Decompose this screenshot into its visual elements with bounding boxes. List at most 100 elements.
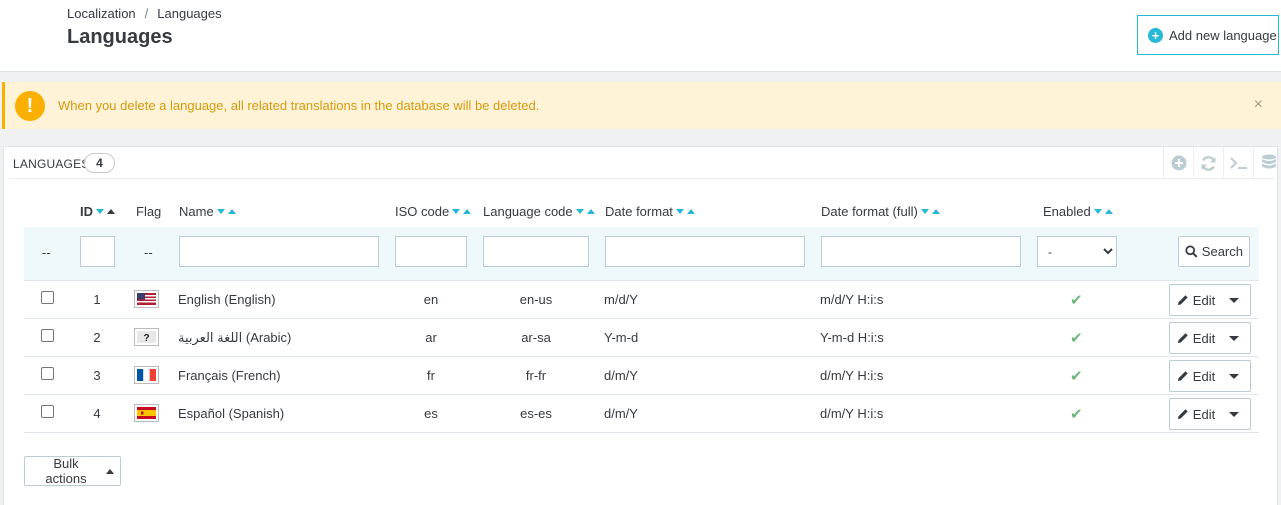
cell-id: 2 [93,330,101,345]
edit-button[interactable]: Edit [1170,323,1218,353]
filter-id-input[interactable] [80,236,115,267]
pencil-icon [1177,295,1188,305]
sort-desc-icon[interactable] [575,209,584,214]
sort-desc-icon[interactable] [452,209,461,214]
bulk-actions-label: Bulk actions [45,456,87,486]
flag-us-icon [134,290,159,308]
row-actions-dropdown-toggle[interactable] [1218,361,1250,391]
column-header-id-label: ID [80,204,93,219]
row-checkbox[interactable] [41,367,54,380]
column-header-language-code: Language code [483,204,595,219]
column-header-id: ID [80,204,115,219]
filter-language-code-input[interactable] [483,236,589,267]
sort-asc-icon[interactable] [686,209,695,214]
breadcrumb-item-languages: Languages [157,6,222,21]
chevron-up-icon [106,468,114,474]
pencil-icon [1177,371,1188,381]
edit-label: Edit [1192,368,1216,384]
enabled-check-icon[interactable]: ✔ [1070,329,1083,347]
row-actions-dropdown-toggle[interactable] [1218,323,1250,353]
add-icon[interactable] [1163,147,1193,179]
cell-language-code: fr-fr [525,368,547,383]
edit-button[interactable]: Edit [1170,361,1218,391]
edit-label: Edit [1192,292,1216,308]
sort-asc-icon[interactable] [931,209,940,214]
page-header: Localization / Languages Languages + Add n… [0,0,1281,72]
search-button[interactable]: Search [1178,236,1250,267]
filter-iso-code-input[interactable] [395,236,467,267]
chevron-down-icon [1229,373,1239,379]
enabled-check-icon[interactable]: ✔ [1070,291,1083,309]
filter-date-format-input[interactable] [605,236,805,267]
search-icon [1185,245,1198,258]
row-actions: Edit [1169,360,1251,392]
edit-label: Edit [1192,330,1216,346]
chevron-down-icon [1229,411,1239,417]
warning-alert: ! When you delete a language, all relate… [2,82,1281,129]
cell-date-format-full: m/d/Y H:i:s [820,292,884,307]
column-header-date-format-label: Date format [605,204,673,219]
column-header-name: Name [179,204,236,219]
row-actions-dropdown-toggle[interactable] [1218,285,1250,315]
cell-name: Español (Spanish) [178,406,285,421]
chevron-down-icon [1229,335,1239,341]
table-row: 4 Español (Spanish) es es-es d/m/Y d/m/Y… [24,395,1259,433]
cell-name: English (English) [178,292,276,307]
cell-name: Français (French) [178,368,281,383]
sort-asc-icon[interactable] [1104,209,1113,214]
edit-button[interactable]: Edit [1170,285,1218,315]
row-checkbox[interactable] [41,405,54,418]
add-new-language-button[interactable]: + Add new language [1137,15,1279,55]
close-icon[interactable]: × [1254,96,1263,114]
sort-desc-icon[interactable] [96,209,104,214]
languages-panel: LANGUAGES 4 ID Flag Name ISO code Langua… [3,146,1278,505]
cell-date-format-full: d/m/Y H:i:s [820,368,884,383]
flag-fr-icon [134,366,159,384]
sort-desc-icon[interactable] [1093,209,1102,214]
pencil-icon [1177,409,1188,419]
cell-language-code: ar-sa [521,330,551,345]
refresh-icon[interactable] [1193,147,1223,179]
sort-asc-icon[interactable] [107,209,115,214]
sort-asc-icon[interactable] [463,209,472,214]
cell-date-format-full: d/m/Y H:i:s [820,406,884,421]
enabled-check-icon[interactable]: ✔ [1070,367,1083,385]
panel-heading: LANGUAGES 4 [9,147,1276,179]
svg-text:?: ? [143,333,149,343]
sort-desc-icon[interactable] [920,209,929,214]
sort-desc-icon[interactable] [675,209,684,214]
column-header-iso-label: ISO code [395,204,450,219]
breadcrumb-item-localization[interactable]: Localization [67,6,136,21]
database-export-icon[interactable] [1253,147,1281,179]
bulk-actions-button[interactable]: Bulk actions [24,456,121,486]
filter-checkbox-placeholder: -- [42,245,51,260]
cell-language-code: es-es [520,406,552,421]
filter-date-format-full-input[interactable] [821,236,1021,267]
panel-title: LANGUAGES [13,157,90,171]
pencil-icon [1177,333,1188,343]
cell-date-format-full: Y-m-d H:i:s [820,330,884,345]
column-header-flag: Flag [136,204,162,219]
edit-label: Edit [1192,406,1216,422]
cell-name: اللغة العربية (Arabic) [178,330,292,345]
add-new-language-label: Add new language [1169,27,1277,43]
enabled-check-icon[interactable]: ✔ [1070,405,1083,423]
row-checkbox[interactable] [41,329,54,342]
filter-name-input[interactable] [179,236,379,267]
alert-text: When you delete a language, all related … [58,98,540,113]
filter-enabled-select[interactable]: - [1037,236,1117,267]
edit-button[interactable]: Edit [1170,399,1218,429]
column-header-date-format: Date format [605,204,695,219]
sort-desc-icon[interactable] [216,209,225,214]
cell-id: 4 [93,406,101,421]
row-checkbox[interactable] [41,291,54,304]
row-actions: Edit [1169,322,1251,354]
sort-asc-icon[interactable] [227,209,236,214]
flag-es-icon [134,404,159,422]
column-header-name-label: Name [179,204,214,219]
row-actions-dropdown-toggle[interactable] [1218,399,1250,429]
table-row: 2 ? اللغة العربية (Arabic) ar ar-sa Y-m-… [24,319,1259,357]
sort-asc-icon[interactable] [586,209,595,214]
exclamation-icon: ! [15,91,45,121]
sql-query-icon[interactable] [1223,147,1253,179]
